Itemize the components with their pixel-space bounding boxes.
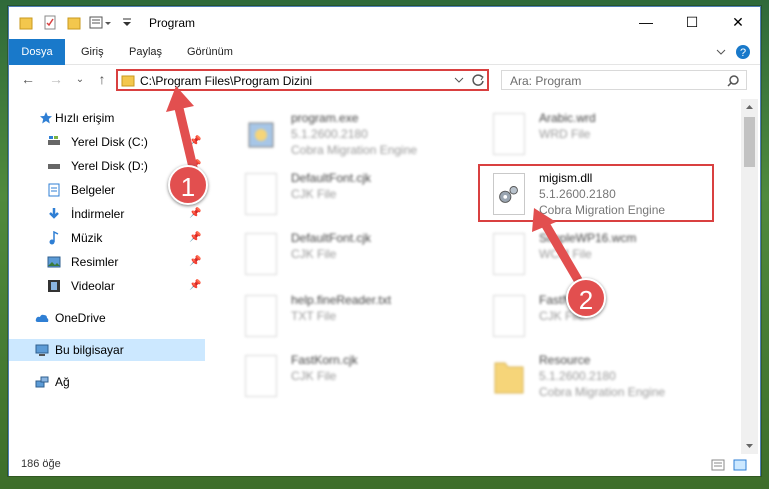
step-badge-1: 1 bbox=[168, 165, 208, 205]
step-badge-2: 2 bbox=[566, 278, 606, 318]
arrow-2 bbox=[539, 217, 583, 285]
arrow-1-head bbox=[166, 86, 194, 112]
annotation-arrows bbox=[166, 86, 583, 285]
